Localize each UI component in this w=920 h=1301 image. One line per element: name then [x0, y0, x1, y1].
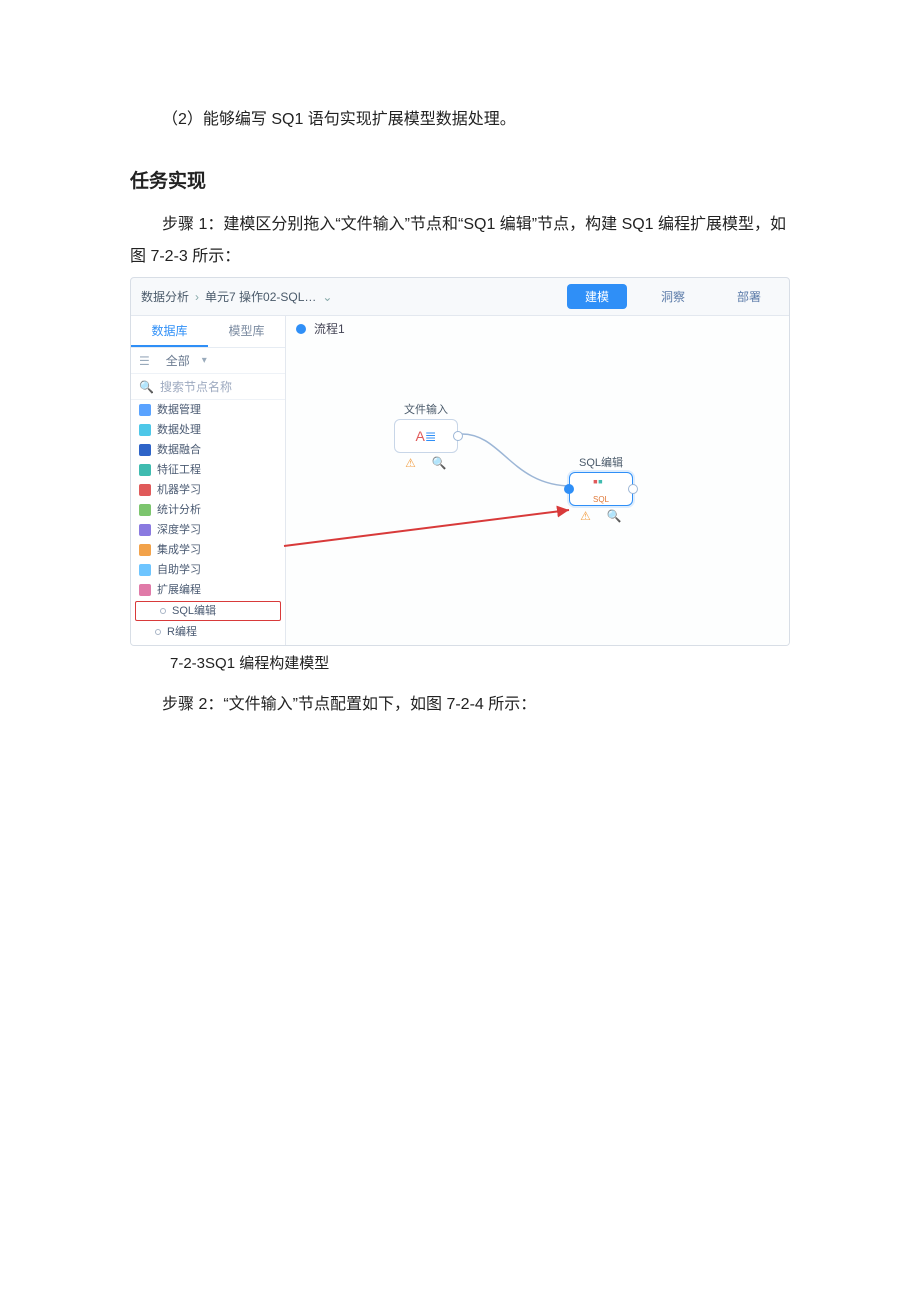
app-screenshot: 数据分析 › 单元7 操作02-SQL… ⌄ 建模 洞察 部署 数据库 模型库 …	[130, 277, 790, 646]
file-input-icon: A≣	[415, 428, 436, 445]
tree-item-label: 统计分析	[157, 503, 201, 517]
tree-item-label: 扩展编程	[157, 583, 201, 597]
body-line-1: （2）能够编写 SQ1 语句实现扩展模型数据处理。	[0, 104, 920, 136]
breadcrumb-item[interactable]: 单元7 操作02-SQL…	[205, 288, 316, 305]
tree-item-label: 深度学习	[157, 523, 201, 537]
tree-child-sql[interactable]: SQL编辑	[135, 601, 281, 621]
page: （2）能够编写 SQ1 语句实现扩展模型数据处理。 任务实现 步骤 1：建模区分…	[0, 0, 920, 721]
tree-item[interactable]: 特征工程	[131, 460, 285, 480]
step-1-text: 步骤 1：建模区分别拖入“文件输入”节点和“SQ1 编辑”节点，构建 SQ1 编…	[0, 209, 920, 273]
sidebar: 数据库 模型库 ☰ 全部 ▾ 🔍 搜索节点名称 数据管理 数据处理	[131, 316, 286, 645]
tree-item[interactable]: 数据处理	[131, 420, 285, 440]
chevron-down-icon[interactable]: ▾	[202, 355, 207, 366]
category-icon	[139, 404, 151, 416]
flow-tab-label[interactable]: 流程1	[314, 320, 345, 337]
figure-7-2-3: 数据分析 › 单元7 操作02-SQL… ⌄ 建模 洞察 部署 数据库 模型库 …	[0, 277, 920, 646]
filter-all[interactable]: 全部	[166, 352, 190, 369]
category-icon	[139, 564, 151, 576]
tree-child-r[interactable]: R编程	[131, 622, 285, 642]
bullet-icon	[160, 608, 166, 614]
node-footer: ⚠ 🔍	[391, 456, 461, 470]
tree-item-label: 机器学习	[157, 483, 201, 497]
node-title: 文件输入	[391, 401, 461, 417]
topbar: 数据分析 › 单元7 操作02-SQL… ⌄ 建模 洞察 部署	[131, 278, 789, 315]
inspect-icon[interactable]: 🔍	[432, 456, 447, 470]
inspect-icon[interactable]: 🔍	[607, 509, 622, 523]
tree-item-label: 集成学习	[157, 543, 201, 557]
category-icon	[139, 524, 151, 536]
tree-item-label: 自助学习	[157, 563, 201, 577]
tree-item[interactable]: 深度学习	[131, 520, 285, 540]
tree-item-label: 特征工程	[157, 463, 201, 477]
node-sql-edit[interactable]: SQL编辑 ▪▪SQL ⚠ 🔍	[566, 454, 636, 523]
sidebar-tabs: 数据库 模型库	[131, 316, 285, 348]
breadcrumb-root[interactable]: 数据分析	[141, 288, 189, 305]
chevron-down-icon[interactable]: ⌄	[322, 290, 332, 304]
canvas-tabs: 流程1	[286, 316, 789, 341]
connector	[462, 434, 582, 504]
search-input[interactable]: 搜索节点名称	[160, 378, 232, 395]
figure-body: 数据库 模型库 ☰ 全部 ▾ 🔍 搜索节点名称 数据管理 数据处理	[131, 315, 789, 645]
output-port[interactable]	[628, 484, 638, 494]
category-icon	[139, 504, 151, 516]
tab-build[interactable]: 建模	[567, 284, 627, 309]
tree-item-label: R编程	[167, 625, 197, 639]
sidebar-tab-model[interactable]: 模型库	[208, 316, 285, 347]
breadcrumb-separator: ›	[195, 290, 199, 304]
tree-item-label: 数据处理	[157, 423, 201, 437]
sidebar-tab-data[interactable]: 数据库	[131, 316, 208, 347]
tab-deploy[interactable]: 部署	[719, 284, 779, 309]
node-file-input[interactable]: 文件输入 A≣ ⚠ 🔍	[391, 401, 461, 470]
category-icon	[139, 464, 151, 476]
tree-item[interactable]: 机器学习	[131, 480, 285, 500]
list-view-icon[interactable]: ☰	[139, 354, 150, 368]
node-body[interactable]: A≣	[394, 419, 458, 453]
tree-item[interactable]: 扩展编程	[131, 580, 285, 600]
figure-caption: 7-2-3SQ1 编程构建模型	[0, 652, 920, 673]
bullet-icon	[155, 629, 161, 635]
tree-item-label: SQL编辑	[172, 604, 216, 618]
warning-icon[interactable]: ⚠	[405, 456, 416, 470]
warning-icon[interactable]: ⚠	[580, 509, 591, 523]
tree-item[interactable]: 自助学习	[131, 560, 285, 580]
section-heading-task: 任务实现	[0, 166, 920, 193]
flow-tab-indicator-icon	[296, 324, 306, 334]
step-2-text: 步骤 2：“文件输入”节点配置如下，如图 7-2-4 所示：	[0, 689, 920, 721]
search-icon: 🔍	[139, 380, 154, 394]
sql-node-icon: ▪▪SQL	[593, 473, 609, 505]
category-icon	[139, 544, 151, 556]
category-icon	[139, 584, 151, 596]
tree-child-scala[interactable]: Scala编程	[131, 642, 285, 645]
tree-item[interactable]: 数据融合	[131, 440, 285, 460]
sidebar-toolbar: ☰ 全部 ▾	[131, 348, 285, 374]
tab-view[interactable]: 洞察	[643, 284, 703, 309]
category-icon	[139, 484, 151, 496]
category-icon	[139, 424, 151, 436]
node-tree: 数据管理 数据处理 数据融合 特征工程 机器学习 统计分析 深度学习 集成学习 …	[131, 400, 285, 645]
input-port[interactable]	[564, 484, 574, 494]
tree-item-label: 数据管理	[157, 403, 201, 417]
tree-item[interactable]: 集成学习	[131, 540, 285, 560]
node-footer: ⚠ 🔍	[566, 509, 636, 523]
node-title: SQL编辑	[566, 454, 636, 470]
tree-item[interactable]: 统计分析	[131, 500, 285, 520]
flow-canvas[interactable]: 流程1 文件输入 A≣ ⚠ 🔍	[286, 316, 789, 645]
annotation-arrow	[284, 508, 574, 548]
search-row: 🔍 搜索节点名称	[131, 374, 285, 400]
tree-item[interactable]: 数据管理	[131, 400, 285, 420]
output-port[interactable]	[453, 431, 463, 441]
category-icon	[139, 444, 151, 456]
tree-item-label: 数据融合	[157, 443, 201, 457]
node-body[interactable]: ▪▪SQL	[569, 472, 633, 506]
